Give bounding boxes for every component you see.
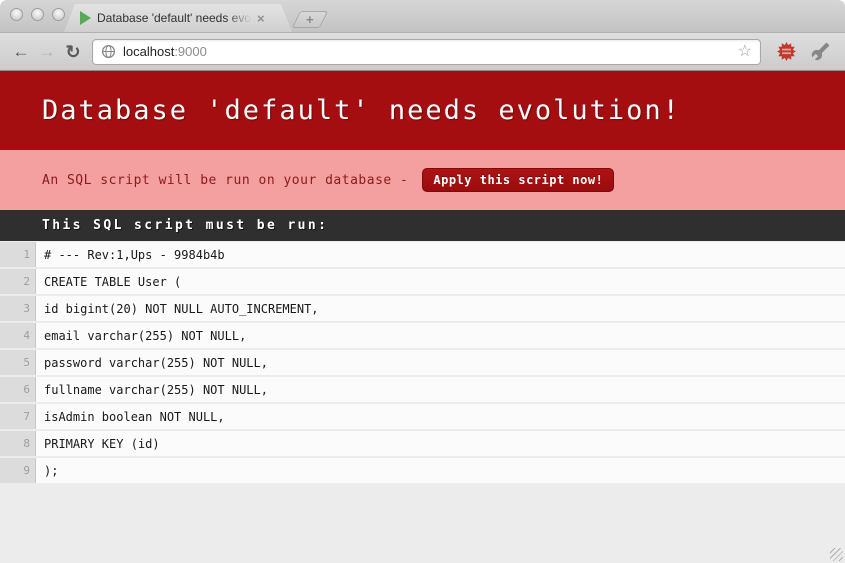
globe-icon [101, 44, 116, 59]
browser-window: Database 'default' needs evo × + ← → ↻ l… [0, 0, 845, 563]
line-number: 6 [0, 377, 36, 402]
error-banner: Database 'default' needs evolution! [0, 71, 845, 150]
sql-script-lines: 1# --- Rev:1,Ups - 9984b4b2CREATE TABLE … [0, 241, 845, 483]
line-code: # --- Rev:1,Ups - 9984b4b [36, 242, 845, 267]
evolution-note-band: An SQL script will be run on your databa… [0, 150, 845, 210]
settings-wrench-icon[interactable] [811, 42, 830, 61]
script-line: 4email varchar(255) NOT NULL, [0, 323, 845, 348]
line-number: 5 [0, 350, 36, 375]
line-code: email varchar(255) NOT NULL, [36, 323, 845, 348]
evolution-note: An SQL script will be run on your databa… [42, 173, 408, 188]
line-number: 8 [0, 431, 36, 456]
window-controls [10, 8, 65, 21]
minimize-window-button[interactable] [31, 8, 44, 21]
line-number: 1 [0, 242, 36, 267]
line-number: 4 [0, 323, 36, 348]
browser-tab[interactable]: Database 'default' needs evo × [64, 4, 292, 32]
bookmark-star-icon[interactable]: ☆ [738, 44, 752, 60]
script-line: 8PRIMARY KEY (id) [0, 431, 845, 456]
line-code: CREATE TABLE User ( [36, 269, 845, 294]
line-number: 7 [0, 404, 36, 429]
line-code: PRIMARY KEY (id) [36, 431, 845, 456]
plus-icon: + [306, 13, 314, 26]
script-line: 2CREATE TABLE User ( [0, 269, 845, 294]
address-bar[interactable]: localhost:9000 ☆ [92, 39, 761, 65]
script-line: 3id bigint(20) NOT NULL AUTO_INCREMENT, [0, 296, 845, 321]
new-tab-button[interactable]: + [292, 11, 328, 28]
line-number: 9 [0, 458, 36, 483]
line-code: ); [36, 458, 845, 483]
tab-close-icon[interactable]: × [257, 11, 265, 26]
script-header-bar: This SQL script must be run: [0, 210, 845, 241]
line-code: password varchar(255) NOT NULL, [36, 350, 845, 375]
script-line: 6fullname varchar(255) NOT NULL, [0, 377, 845, 402]
tab-strip: Database 'default' needs evo × + [0, 0, 845, 33]
script-line: 5password varchar(255) NOT NULL, [0, 350, 845, 375]
page-title: Database 'default' needs evolution! [42, 95, 681, 126]
zoom-window-button[interactable] [52, 8, 65, 21]
page-content: Database 'default' needs evolution! An S… [0, 71, 845, 483]
url-host: localhost [123, 44, 174, 59]
url-port: :9000 [174, 44, 207, 59]
extension-badge-icon[interactable] [776, 41, 797, 62]
line-number: 3 [0, 296, 36, 321]
tab-title: Database 'default' needs evo [97, 11, 255, 25]
forward-button[interactable]: → [34, 43, 60, 60]
reload-button[interactable]: ↻ [60, 43, 86, 61]
script-line: 1# --- Rev:1,Ups - 9984b4b [0, 242, 845, 267]
script-line: 9); [0, 458, 845, 483]
window-resize-grip[interactable] [830, 548, 843, 561]
line-code: fullname varchar(255) NOT NULL, [36, 377, 845, 402]
play-favicon-icon [80, 11, 91, 25]
url-text: localhost:9000 [123, 44, 207, 59]
browser-toolbar: ← → ↻ localhost:9000 ☆ [0, 33, 845, 71]
close-window-button[interactable] [10, 8, 23, 21]
script-line: 7isAdmin boolean NOT NULL, [0, 404, 845, 429]
line-number: 2 [0, 269, 36, 294]
line-code: id bigint(20) NOT NULL AUTO_INCREMENT, [36, 296, 845, 321]
script-header-label: This SQL script must be run: [42, 218, 328, 233]
line-code: isAdmin boolean NOT NULL, [36, 404, 845, 429]
apply-script-button[interactable]: Apply this script now! [422, 168, 614, 192]
back-button[interactable]: ← [8, 43, 34, 60]
